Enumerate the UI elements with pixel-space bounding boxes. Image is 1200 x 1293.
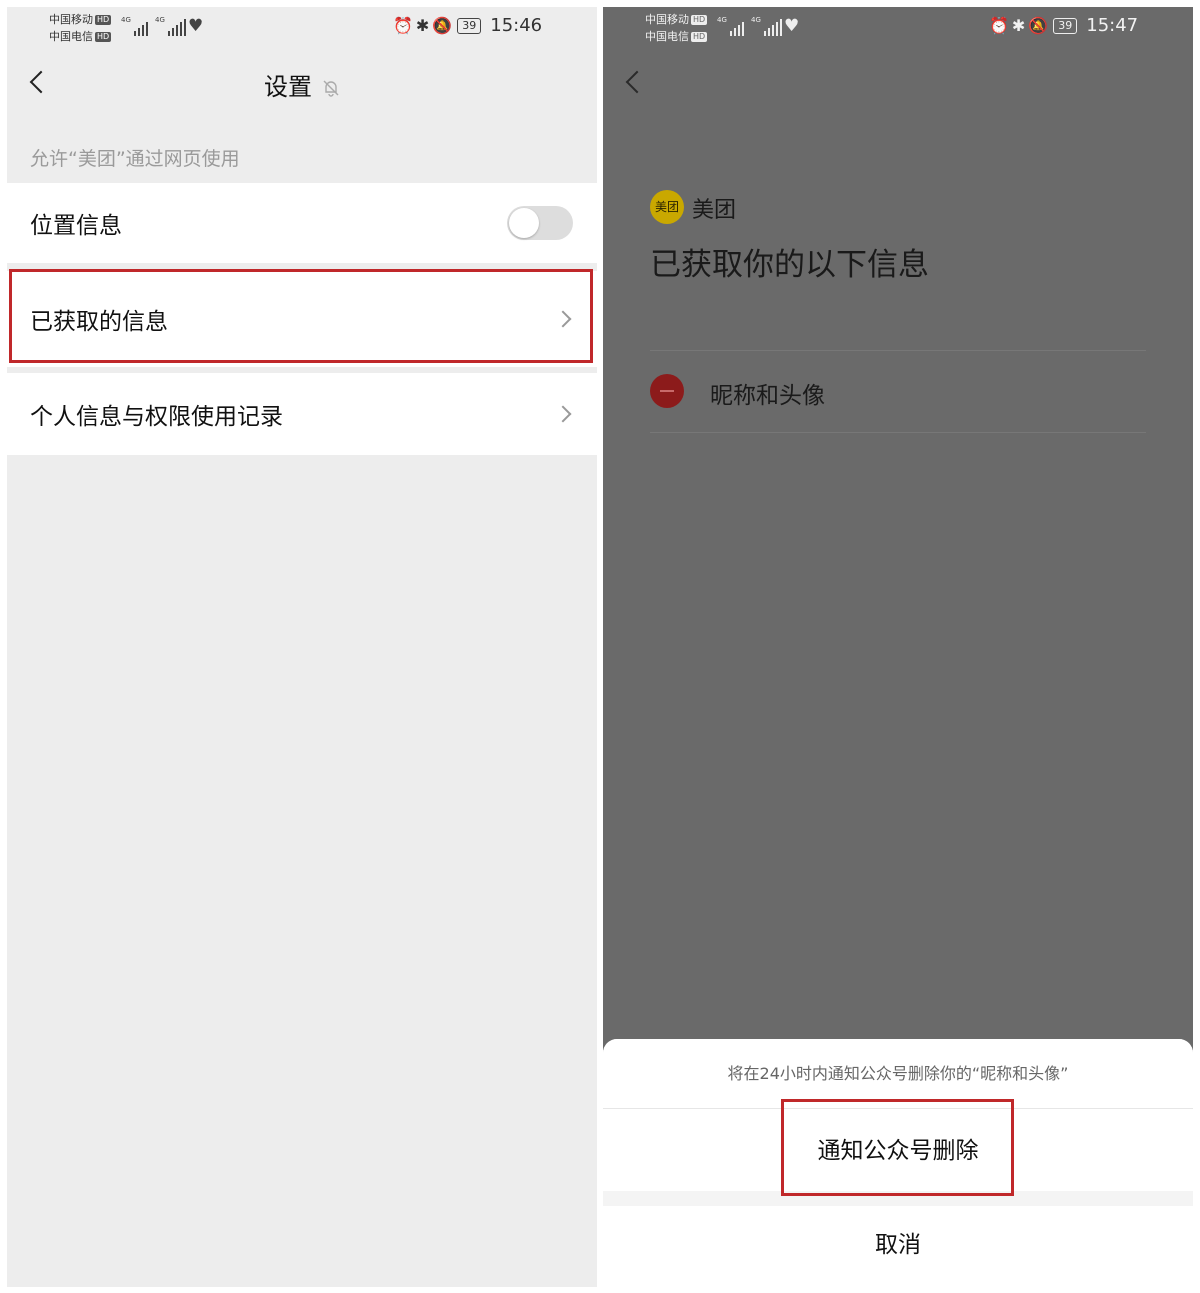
carrier-1: 中国移动 <box>645 13 689 26</box>
sheet-message: 将在24小时内通知公众号删除你的“昵称和头像” <box>603 1039 1193 1109</box>
carrier-1: 中国移动 <box>49 13 93 26</box>
carrier-info: 中国移动 HD 中国电信 HD <box>645 11 708 45</box>
hd-badge: HD <box>691 15 708 25</box>
page-title-text: 设置 <box>264 73 312 101</box>
mute-bell-icon <box>323 80 339 97</box>
notify-delete-button[interactable]: 通知公众号删除 <box>603 1109 1193 1191</box>
hd-badge: HD <box>95 15 112 25</box>
status-icons: ⏰ ✱ 🔕 39 15:46 <box>393 15 542 37</box>
status-icons: ⏰ ✱ 🔕 39 15:47 <box>989 15 1138 37</box>
signal-icon: 4G <box>751 16 782 36</box>
status-bar: 中国移动 HD 中国电信 HD 4G 4G ♥ ⏰ ✱ 🔕 39 15:46 <box>7 7 597 49</box>
heart-icon: ♥ <box>188 16 204 36</box>
mute-icon: 🔕 <box>1028 16 1049 35</box>
permission-label: 昵称和头像 <box>710 383 825 409</box>
chevron-right-icon <box>554 405 572 423</box>
meituan-logo: 美团 <box>650 190 684 224</box>
cancel-button[interactable]: 取消 <box>603 1206 1193 1287</box>
signal-icon: 4G <box>121 16 148 36</box>
battery-icon: 39 <box>1053 18 1078 34</box>
alarm-icon: ⏰ <box>393 16 413 35</box>
back-arrow-icon[interactable] <box>623 67 643 97</box>
info-title: 已获取你的以下信息 <box>650 247 929 283</box>
carrier-2: 中国电信 <box>49 30 93 43</box>
page-title: 设置 <box>7 67 597 102</box>
hd-badge: HD <box>691 32 708 42</box>
right-screen-obtained-info: 中国移动 HD 中国电信 HD 4G 4G ♥ ⏰ ✱ 🔕 39 15:47 美团 … <box>603 7 1193 1287</box>
battery-icon: 39 <box>457 18 482 34</box>
status-time: 15:47 <box>1086 15 1139 36</box>
heart-icon: ♥ <box>784 16 800 36</box>
carrier-info: 中国移动 HD 中国电信 HD <box>49 11 112 45</box>
action-sheet: 将在24小时内通知公众号删除你的“昵称和头像” 通知公众号删除 取消 <box>603 1039 1193 1287</box>
app-name: 美团 <box>692 198 737 223</box>
mute-icon: 🔕 <box>432 16 453 35</box>
usage-records-label: 个人信息与权限使用记录 <box>30 404 283 430</box>
signal-icon: 4G <box>717 16 744 36</box>
location-row: 位置信息 <box>7 183 597 263</box>
carrier-2: 中国电信 <box>645 30 689 43</box>
signal-icon: 4G <box>155 16 186 36</box>
divider <box>650 350 1146 351</box>
usage-records-row[interactable]: 个人信息与权限使用记录 <box>7 373 597 455</box>
divider <box>650 432 1146 433</box>
location-label: 位置信息 <box>30 213 122 239</box>
obtained-info-label: 已获取的信息 <box>30 309 168 335</box>
alarm-icon: ⏰ <box>989 16 1009 35</box>
bluetooth-icon: ✱ <box>1011 16 1026 35</box>
section-caption: 允许“美团”通过网页使用 <box>30 148 240 170</box>
status-time: 15:46 <box>490 15 543 36</box>
left-screen-settings: 中国移动 HD 中国电信 HD 4G 4G ♥ ⏰ ✱ 🔕 39 15:46 设置 … <box>7 7 597 1287</box>
toggle-knob <box>509 208 539 238</box>
obtained-info-row[interactable]: 已获取的信息 <box>7 271 597 367</box>
bluetooth-icon: ✱ <box>415 16 430 35</box>
chevron-right-icon <box>554 310 572 328</box>
hd-badge: HD <box>95 32 112 42</box>
remove-circle-icon[interactable] <box>650 374 684 408</box>
location-toggle[interactable] <box>507 206 573 240</box>
status-bar: 中国移动 HD 中国电信 HD 4G 4G ♥ ⏰ ✱ 🔕 39 15:47 <box>603 7 1193 49</box>
